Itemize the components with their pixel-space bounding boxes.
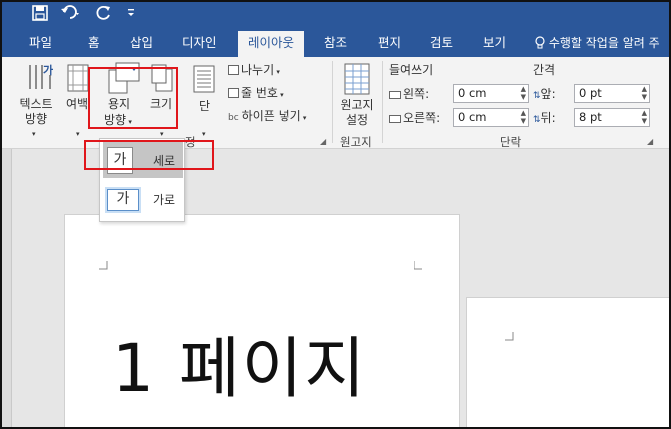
save-icon[interactable] xyxy=(32,5,48,26)
svg-text:가: 가 xyxy=(43,63,53,77)
text-direction-icon: 가 xyxy=(29,63,53,89)
landscape-label: 가로 xyxy=(153,193,176,207)
paragraph-launcher-icon[interactable]: ◢ xyxy=(647,137,653,146)
spacing-after-label: 뒤: xyxy=(540,111,556,125)
spacing-after-label-wrap: ⇅뒤: xyxy=(533,111,556,127)
spinner-arrows-icon[interactable]: ▲ ▼ xyxy=(521,109,526,125)
chevron-down-icon: ▾ xyxy=(202,130,206,138)
tab-file[interactable]: 파일 xyxy=(29,34,52,52)
indent-title: 들여쓰기 xyxy=(389,63,434,77)
chevron-down-icon: ▾ xyxy=(32,130,36,138)
margins-label: 여백 xyxy=(66,97,89,111)
tab-references[interactable]: 참조 xyxy=(324,34,347,52)
breaks-label: 나누기 xyxy=(241,63,275,77)
indent-left-icon xyxy=(389,91,401,99)
redo-icon[interactable] xyxy=(96,5,112,26)
page-setup-launcher-icon[interactable]: ◢ xyxy=(320,137,326,146)
spacing-after-field[interactable]: 8 pt ▲ ▼ xyxy=(574,108,650,127)
vertical-ruler xyxy=(2,149,12,427)
hyphenation-label: 하이픈 넣기 xyxy=(241,109,301,123)
margin-corner-icon xyxy=(414,261,422,270)
indent-right-label: 오른쪽: xyxy=(403,111,441,125)
chevron-down-icon: ▾ xyxy=(277,91,284,99)
spinner-arrows-icon[interactable]: ▲ ▼ xyxy=(642,85,647,101)
margins-icon xyxy=(67,64,89,92)
lightbulb-icon xyxy=(535,36,545,49)
quick-access-toolbar xyxy=(2,2,669,29)
indent-right-value: 0 cm xyxy=(458,110,487,124)
indent-left-label-wrap: 왼쪽: xyxy=(389,87,429,101)
spacing-after-icon: ⇅ xyxy=(533,115,541,125)
tab-design[interactable]: 디자인 xyxy=(182,34,217,52)
tab-mailings[interactable]: 편지 xyxy=(378,34,401,52)
manuscript-group-label: 원고지 xyxy=(340,135,372,149)
customize-icon[interactable] xyxy=(126,5,136,27)
manuscript-label-1: 원고지 xyxy=(340,98,374,112)
page-1-text: 1 페이지 xyxy=(112,330,368,407)
columns-icon xyxy=(193,65,215,93)
indent-left-label: 왼쪽: xyxy=(403,87,430,101)
margin-corner-icon xyxy=(99,261,108,270)
spinner-arrows-icon[interactable]: ▲ ▼ xyxy=(642,109,647,125)
spacing-before-label: 앞: xyxy=(540,87,556,101)
line-numbers-button[interactable]: 줄 번호 ▾ xyxy=(228,86,284,102)
spacing-before-label-wrap: ⇅앞: xyxy=(533,87,556,103)
indent-right-label-wrap: 오른쪽: xyxy=(389,111,440,125)
spacing-after-value: 8 pt xyxy=(579,110,602,124)
chevron-down-icon: ▾ xyxy=(274,68,280,76)
spinner-arrows-icon[interactable]: ▲ ▼ xyxy=(521,85,526,101)
manuscript-icon xyxy=(344,63,370,95)
paragraph-group-label: 단락 xyxy=(500,135,522,149)
orientation-landscape-option[interactable]: 가 가로 xyxy=(103,181,183,217)
margin-corner-icon xyxy=(505,332,514,341)
highlight-orientation-button xyxy=(88,67,178,129)
undo-icon[interactable] xyxy=(60,5,82,26)
text-direction-label-1: 텍스트 xyxy=(19,97,53,111)
indent-right-field[interactable]: 0 cm ▲ ▼ xyxy=(453,108,529,127)
highlight-portrait-option xyxy=(84,140,214,170)
hyphenation-button[interactable]: bc 하이픈 넣기 ▾ xyxy=(228,109,306,125)
tell-me-box[interactable]: 수행할 작업을 알려 주 xyxy=(535,34,660,51)
ribbon-tabs: 파일 홈 삽입 디자인 레이아웃 참조 편지 검토 보기 수행할 작업을 알려 … xyxy=(2,29,669,57)
separator xyxy=(382,61,383,143)
word-window: 파일 홈 삽입 디자인 레이아웃 참조 편지 검토 보기 수행할 작업을 알려 … xyxy=(0,0,671,429)
spacing-title: 간격 xyxy=(533,63,556,77)
columns-label: 단 xyxy=(199,99,211,113)
hyphenation-icon: bc xyxy=(228,113,239,123)
breaks-icon xyxy=(228,65,239,75)
chevron-down-icon: ▾ xyxy=(300,114,307,122)
tab-layout[interactable]: 레이아웃 xyxy=(238,31,305,57)
indent-left-value: 0 cm xyxy=(458,86,487,100)
separator xyxy=(332,61,333,143)
text-direction-label-2: 방향 xyxy=(24,112,48,126)
page-2[interactable] xyxy=(466,297,669,427)
breaks-button[interactable]: 나누기 ▾ xyxy=(228,63,280,79)
spacing-before-value: 0 pt xyxy=(579,86,602,100)
tab-view[interactable]: 보기 xyxy=(483,34,506,52)
indent-left-field[interactable]: 0 cm ▲ ▼ xyxy=(453,84,529,103)
tell-me-text: 수행할 작업을 알려 주 xyxy=(548,36,660,50)
tab-home[interactable]: 홈 xyxy=(88,34,100,52)
manuscript-label-2: 설정 xyxy=(345,113,369,127)
landscape-icon: 가 xyxy=(107,189,139,211)
spacing-before-icon: ⇅ xyxy=(533,91,541,101)
line-numbers-label: 줄 번호 xyxy=(241,86,278,100)
tab-insert[interactable]: 삽입 xyxy=(130,34,153,52)
chevron-down-icon: ▾ xyxy=(76,130,80,138)
line-numbers-icon xyxy=(228,88,239,98)
spacing-before-field[interactable]: 0 pt ▲ ▼ xyxy=(574,84,650,103)
indent-right-icon xyxy=(389,115,401,123)
tab-review[interactable]: 검토 xyxy=(430,34,453,52)
